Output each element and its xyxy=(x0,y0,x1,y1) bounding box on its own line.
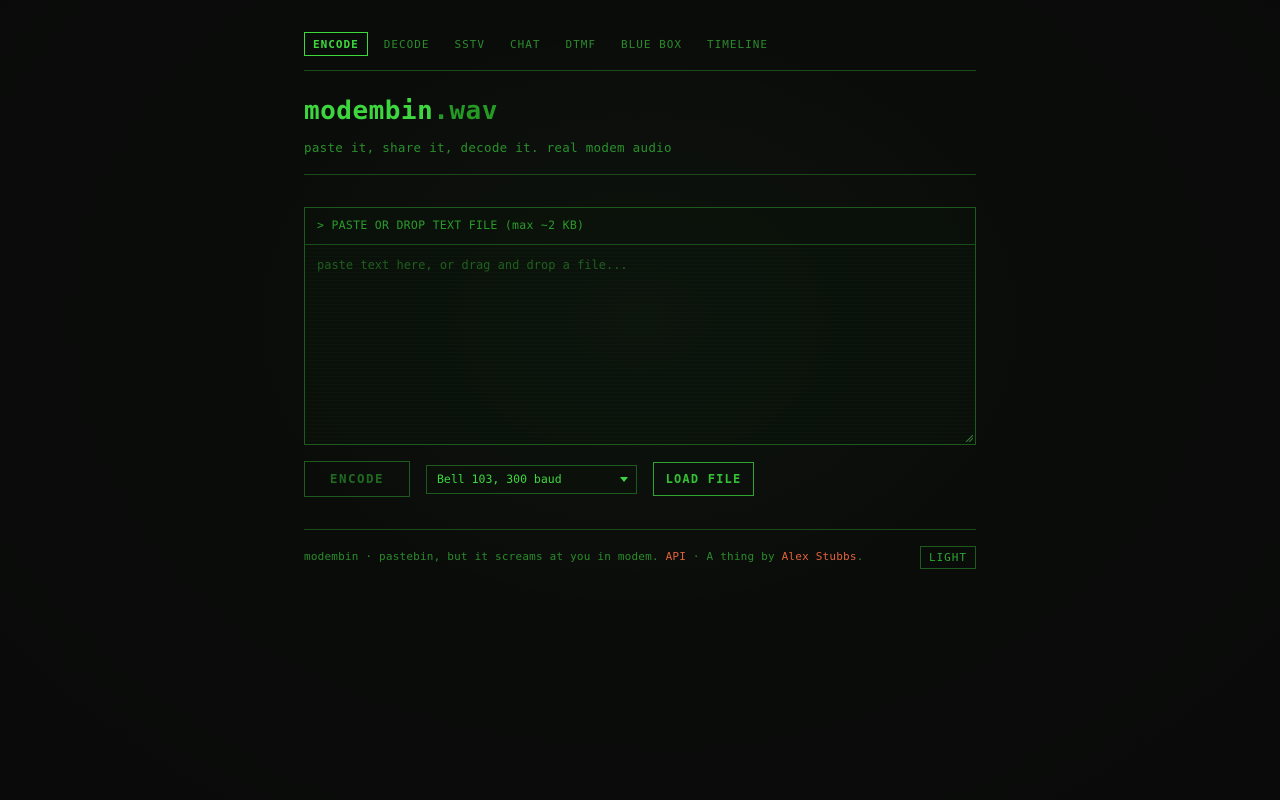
tab-timeline[interactable]: TIMELINE xyxy=(698,32,777,56)
tab-blue-box[interactable]: BLUE BOX xyxy=(612,32,691,56)
chevron-down-icon xyxy=(620,477,628,482)
header-divider xyxy=(304,174,976,175)
paste-panel-header: > PASTE OR DROP TEXT FILE (max ~2 KB) xyxy=(305,208,975,245)
paste-panel: > PASTE OR DROP TEXT FILE (max ~2 KB) xyxy=(304,207,976,445)
load-file-button[interactable]: LOAD FILE xyxy=(653,462,754,496)
footer-text: modembin · pastebin, but it screams at y… xyxy=(304,550,864,563)
modem-mode-select[interactable]: Bell 103, 300 baud xyxy=(426,465,637,494)
title-extension: .wav xyxy=(433,96,498,126)
page-title: modembin.wav xyxy=(304,96,498,126)
footer-divider xyxy=(304,529,976,530)
tab-chat[interactable]: CHAT xyxy=(501,32,550,56)
tab-decode[interactable]: DECODE xyxy=(375,32,439,56)
tab-dtmf[interactable]: DTMF xyxy=(557,32,606,56)
tab-encode[interactable]: ENCODE xyxy=(304,32,368,56)
paste-textarea[interactable] xyxy=(305,244,975,444)
footer-tagline: modembin · pastebin, but it screams at y… xyxy=(304,550,666,563)
resize-handle-icon[interactable] xyxy=(965,434,973,442)
page-subtitle: paste it, share it, decode it. real mode… xyxy=(304,140,672,155)
top-nav: ENCODE DECODE SSTV CHAT DTMF BLUE BOX TI… xyxy=(304,32,976,71)
api-link[interactable]: API xyxy=(666,550,686,563)
modem-mode-selected-value: Bell 103, 300 baud xyxy=(437,472,562,486)
tab-sstv[interactable]: SSTV xyxy=(446,32,495,56)
author-link[interactable]: Alex Stubbs xyxy=(782,550,857,563)
footer-credit-prefix: · A thing by xyxy=(686,550,782,563)
title-main: modembin xyxy=(304,96,434,126)
encode-button[interactable]: ENCODE xyxy=(304,461,410,497)
theme-toggle-button[interactable]: LIGHT xyxy=(920,546,976,569)
footer-period: . xyxy=(856,550,864,563)
